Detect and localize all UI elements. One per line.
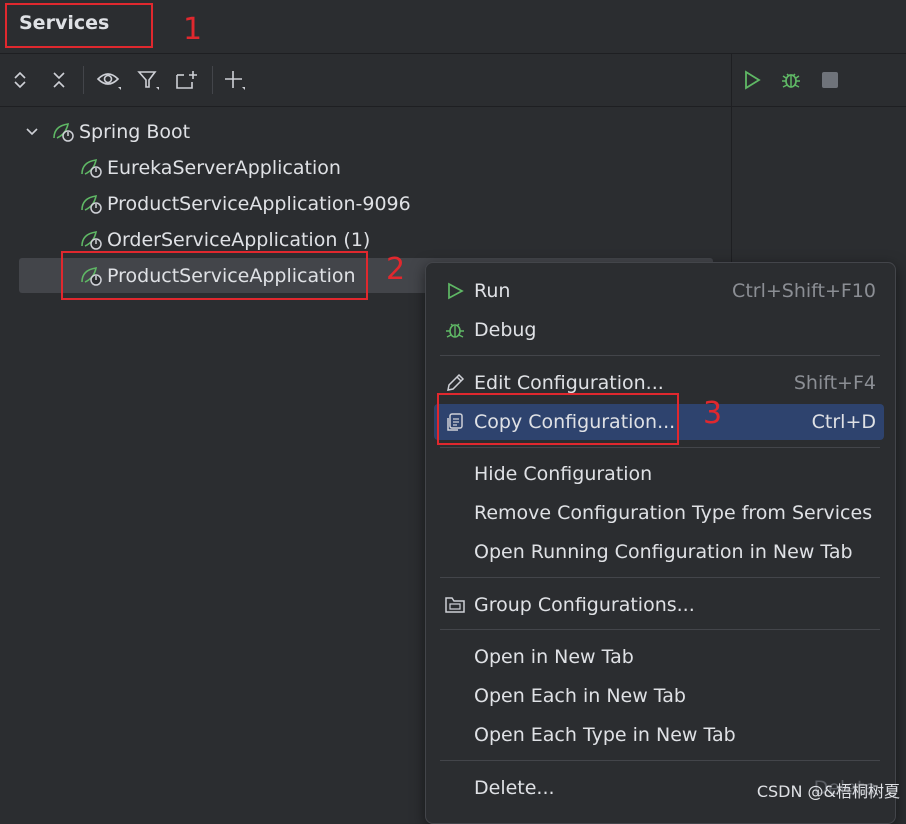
menu-item-open-in-new-tab[interactable]: Open in New Tab xyxy=(434,639,884,675)
annotation-number-1: 1 xyxy=(183,12,203,47)
menu-separator xyxy=(440,577,880,578)
folder-icon xyxy=(442,592,468,618)
spring-boot-icon xyxy=(51,119,77,145)
eye-icon[interactable] xyxy=(94,65,124,95)
tree-group-spring-boot[interactable]: Spring Boot xyxy=(22,114,190,150)
menu-separator xyxy=(440,355,880,356)
tree-item-label: OrderServiceApplication (1) xyxy=(107,229,371,251)
tree-item-label: ProductServiceApplication-9096 xyxy=(107,193,411,215)
debug-icon[interactable] xyxy=(776,65,806,95)
tree-item[interactable]: ProductServiceApplication-9096 xyxy=(79,186,411,222)
menu-item-run[interactable]: Run Ctrl+Shift+F10 xyxy=(434,273,884,309)
menu-item-open-each-in-new-tab[interactable]: Open Each in New Tab xyxy=(434,678,884,714)
tree-item[interactable]: EurekaServerApplication xyxy=(79,150,341,186)
context-menu: Run Ctrl+Shift+F10 Debug Edit Configurat… xyxy=(425,262,896,824)
services-toolbar xyxy=(0,54,906,107)
annotation-number-2: 2 xyxy=(386,252,406,287)
panel-divider xyxy=(731,54,732,262)
toolbar-separator xyxy=(212,66,213,94)
menu-separator xyxy=(440,629,880,630)
expand-all-icon[interactable] xyxy=(5,65,35,95)
spring-boot-icon xyxy=(79,227,105,253)
annotation-box-2 xyxy=(61,251,368,300)
menu-separator xyxy=(440,447,880,448)
spring-boot-icon xyxy=(79,191,105,217)
tree-item-label: EurekaServerApplication xyxy=(107,157,341,179)
toolbar-separator xyxy=(83,66,84,94)
add-icon[interactable] xyxy=(220,65,250,95)
menu-item-hide-configuration[interactable]: Hide Configuration xyxy=(434,456,884,492)
menu-item-debug[interactable]: Debug xyxy=(434,312,884,348)
menu-separator xyxy=(440,760,880,761)
spring-boot-icon xyxy=(79,155,105,181)
collapse-all-icon[interactable] xyxy=(44,65,74,95)
debug-icon xyxy=(442,317,468,343)
new-tab-icon[interactable] xyxy=(172,65,202,95)
stop-icon[interactable] xyxy=(815,65,845,95)
chevron-down-icon[interactable] xyxy=(22,119,42,145)
annotation-number-3: 3 xyxy=(703,396,723,431)
menu-item-remove-configuration-type[interactable]: Remove Configuration Type from Services xyxy=(434,495,884,531)
run-icon xyxy=(442,278,468,304)
annotation-box-1 xyxy=(5,3,153,48)
annotation-box-3 xyxy=(437,393,679,445)
watermark: CSDN @&梧桐树夏 xyxy=(756,782,900,801)
run-icon[interactable] xyxy=(737,65,767,95)
menu-item-open-running-configuration[interactable]: Open Running Configuration in New Tab xyxy=(434,534,884,570)
menu-item-open-each-type-in-new-tab[interactable]: Open Each Type in New Tab xyxy=(434,717,884,753)
menu-item-group-configurations[interactable]: Group Configurations... xyxy=(434,587,884,623)
tree-group-label: Spring Boot xyxy=(79,121,191,143)
filter-icon[interactable] xyxy=(134,65,164,95)
